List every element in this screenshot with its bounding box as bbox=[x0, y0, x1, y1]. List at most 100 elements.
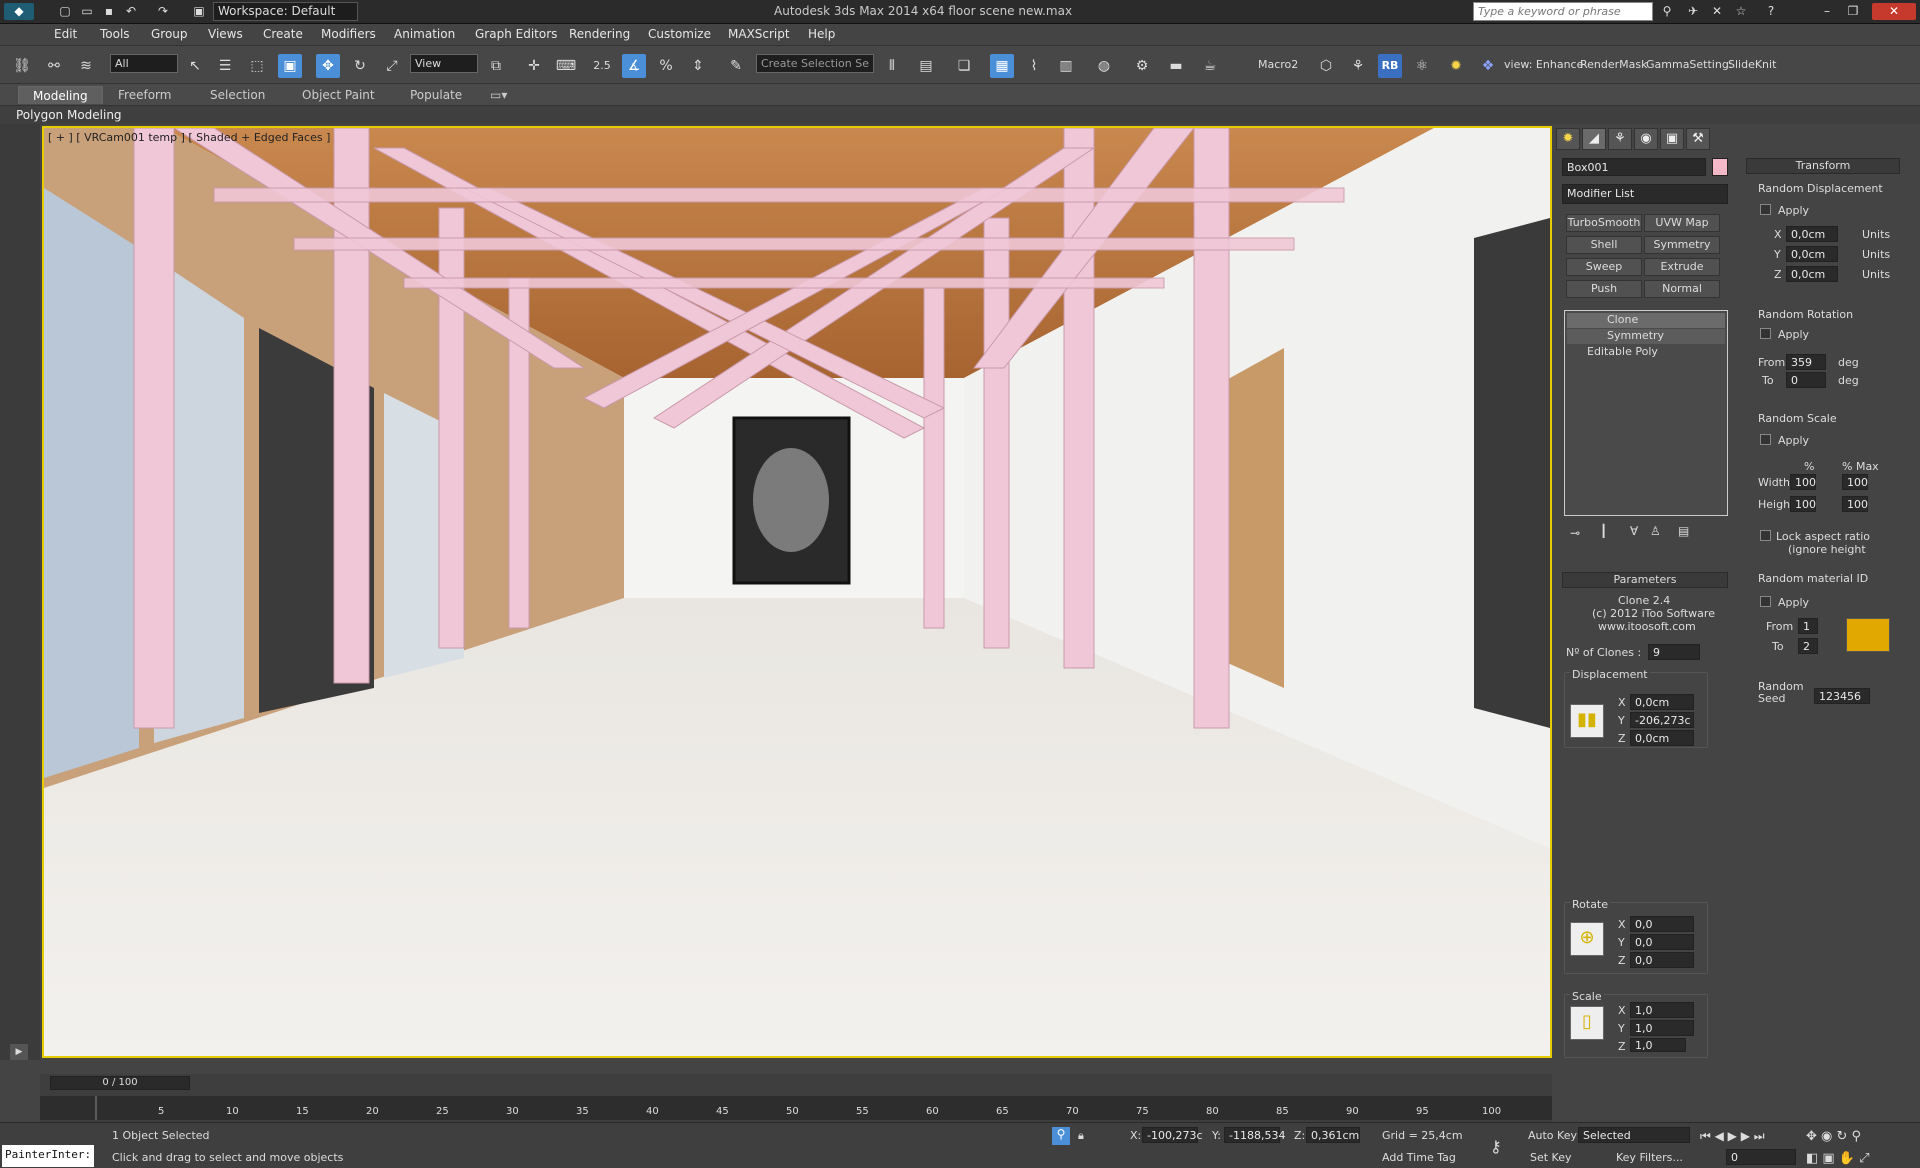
tab-selection[interactable]: Selection bbox=[210, 88, 265, 102]
edit-named-selection-icon[interactable]: ✎ bbox=[724, 54, 748, 78]
symmetry-button[interactable]: Symmetry bbox=[1644, 236, 1720, 254]
graphite-toggle-icon[interactable]: ▦ bbox=[990, 54, 1014, 78]
scale-z-field[interactable]: 1,0 bbox=[1630, 1038, 1686, 1052]
cube-icon[interactable]: ⬡ bbox=[1314, 54, 1338, 78]
viewport[interactable]: [ + ] [ VRCam001 temp ] [ Shaded + Edged… bbox=[42, 126, 1552, 1058]
menu-rendering[interactable]: Rendering bbox=[569, 27, 630, 41]
coord-y-field[interactable]: -1188,534 bbox=[1224, 1127, 1285, 1143]
bind-spacewarp-icon[interactable]: ≋ bbox=[74, 54, 98, 78]
menu-maxscript[interactable]: MAXScript bbox=[728, 27, 790, 41]
help-search-input[interactable]: Type a keyword or phrase bbox=[1473, 2, 1653, 21]
modifier-list-dropdown[interactable]: Modifier List bbox=[1562, 184, 1728, 204]
tab-object-paint[interactable]: Object Paint bbox=[302, 88, 375, 102]
rotate-z-field[interactable]: 0,0 bbox=[1630, 952, 1694, 968]
viewport-nav-icons-2[interactable]: ◧ ▣ ✋ ⤢ bbox=[1806, 1151, 1870, 1166]
curve-editor-icon[interactable]: ⌇ bbox=[1022, 54, 1046, 78]
show-end-result-icon[interactable]: ┃ bbox=[1600, 524, 1607, 538]
angle-snap-icon[interactable]: ∡ bbox=[622, 54, 646, 78]
rand-mat-from-field[interactable]: 1 bbox=[1798, 618, 1818, 634]
rb-icon[interactable]: RB bbox=[1378, 54, 1402, 78]
clone-url[interactable]: www.itoosoft.com bbox=[1598, 620, 1696, 633]
script-rendermask[interactable]: RenderMask bbox=[1580, 58, 1648, 71]
spinner-snap-icon[interactable]: ⇕ bbox=[686, 54, 710, 78]
polygon-modeling-label[interactable]: Polygon Modeling bbox=[16, 108, 122, 122]
rand-mat-to-field[interactable]: 2 bbox=[1798, 638, 1818, 654]
undo-icon[interactable]: ↶ bbox=[122, 3, 140, 20]
random-seed-field[interactable]: 123456 bbox=[1814, 688, 1870, 704]
script-macro2[interactable]: Macro2 bbox=[1258, 58, 1298, 71]
unlink-icon[interactable]: ⚯ bbox=[42, 54, 66, 78]
script-slideknit[interactable]: SlideKnit bbox=[1728, 58, 1776, 71]
named-selection-dropdown[interactable]: Create Selection Se bbox=[756, 54, 874, 73]
selection-filter-dropdown[interactable]: All bbox=[110, 54, 178, 73]
pivot-center-icon[interactable]: ⧉ bbox=[484, 54, 508, 78]
new-file-icon[interactable]: ▢ bbox=[56, 3, 74, 20]
tab-modeling[interactable]: Modeling bbox=[18, 86, 103, 104]
coord-x-field[interactable]: -100,273c bbox=[1142, 1127, 1203, 1143]
rand-rot-from-field[interactable]: 359 bbox=[1786, 354, 1826, 370]
rotate-y-field[interactable]: 0,0 bbox=[1630, 934, 1694, 950]
menu-create[interactable]: Create bbox=[263, 27, 303, 41]
motion-tab-icon[interactable]: ◉ bbox=[1634, 128, 1658, 150]
stack-item-symmetry[interactable]: Symmetry bbox=[1567, 329, 1725, 344]
mirror-icon[interactable]: ⫴ bbox=[880, 54, 904, 78]
hierarchy-icon[interactable]: ⚘ bbox=[1346, 54, 1370, 78]
select-object-icon[interactable]: ↖ bbox=[183, 54, 207, 78]
keyboard-shortcut-icon[interactable]: ⌨ bbox=[554, 54, 578, 78]
render-production-icon[interactable]: ☕ bbox=[1198, 54, 1222, 78]
open-file-icon[interactable]: ▭ bbox=[78, 3, 96, 20]
uvw-map-button[interactable]: UVW Map bbox=[1644, 214, 1720, 232]
tools-icon[interactable]: ✈ bbox=[1684, 3, 1702, 20]
add-time-tag[interactable]: Add Time Tag bbox=[1382, 1151, 1456, 1164]
display-tab-icon[interactable]: ▣ bbox=[1660, 128, 1684, 150]
tab-populate[interactable]: Populate bbox=[410, 88, 462, 102]
make-unique-icon[interactable]: ∀ bbox=[1630, 524, 1638, 538]
clones-count-field[interactable]: 9 bbox=[1648, 644, 1700, 660]
push-button[interactable]: Push bbox=[1566, 280, 1642, 298]
select-by-name-icon[interactable]: ☰ bbox=[213, 54, 237, 78]
modify-tab-icon[interactable]: ◢ bbox=[1582, 128, 1606, 150]
create-tab-icon[interactable]: ✹ bbox=[1556, 128, 1580, 150]
rand-scale-width-field[interactable]: 100 bbox=[1790, 474, 1816, 490]
stack-item-clone[interactable]: Clone bbox=[1567, 313, 1725, 328]
binoculars-icon[interactable]: ⚲ bbox=[1658, 3, 1676, 20]
expand-arrow-icon[interactable]: ▶ bbox=[10, 1044, 28, 1060]
scale-y-field[interactable]: 1,0 bbox=[1630, 1020, 1694, 1036]
coord-z-field[interactable]: 0,361cm bbox=[1306, 1127, 1360, 1143]
reference-coordinate-dropdown[interactable]: View bbox=[410, 54, 478, 73]
project-folder-icon[interactable]: ▣ bbox=[190, 3, 208, 20]
nodes-icon[interactable]: ⚛ bbox=[1410, 54, 1434, 78]
menu-views[interactable]: Views bbox=[208, 27, 243, 41]
lock-selection-icon[interactable]: 🔒︎ bbox=[1078, 1129, 1084, 1143]
menu-help[interactable]: Help bbox=[808, 27, 835, 41]
rand-disp-x-field[interactable]: 0,0cm bbox=[1786, 226, 1838, 242]
material-swatch-icon[interactable] bbox=[1846, 618, 1890, 652]
rand-scale-height-max-field[interactable]: 100 bbox=[1842, 496, 1868, 512]
rotate-icon[interactable]: ⊕ bbox=[1570, 922, 1604, 956]
turbosmooth-button[interactable]: TurboSmooth bbox=[1566, 214, 1642, 232]
align-icon[interactable]: ▤ bbox=[914, 54, 938, 78]
script-listener[interactable]: PainterInter: bbox=[2, 1145, 94, 1167]
select-manipulate-icon[interactable]: ✛ bbox=[522, 54, 546, 78]
key-filters-button[interactable]: Key Filters... bbox=[1616, 1151, 1683, 1164]
menu-tools[interactable]: Tools bbox=[100, 27, 130, 41]
object-name-field[interactable]: Box001 bbox=[1562, 158, 1706, 176]
menu-group[interactable]: Group bbox=[151, 27, 188, 41]
rand-scale-width-max-field[interactable]: 100 bbox=[1842, 474, 1868, 490]
isolate-icon[interactable]: ⚲ bbox=[1052, 1127, 1070, 1145]
current-frame-field[interactable]: 0 bbox=[1726, 1149, 1796, 1165]
time-slider[interactable]: 0 / 100 bbox=[50, 1076, 190, 1090]
menu-graph-editors[interactable]: Graph Editors bbox=[475, 27, 557, 41]
displacement-x-field[interactable]: 0,0cm bbox=[1630, 694, 1694, 710]
random-scale-apply-checkbox[interactable] bbox=[1760, 434, 1771, 445]
help-icon[interactable]: ? bbox=[1762, 3, 1780, 20]
random-rotation-apply-checkbox[interactable] bbox=[1760, 328, 1771, 339]
scale-icon[interactable]: ▯ bbox=[1570, 1006, 1604, 1040]
menu-customize[interactable]: Customize bbox=[648, 27, 711, 41]
displacement-y-field[interactable]: -206,273c bbox=[1630, 712, 1694, 728]
displacement-icon[interactable]: ▮▮ bbox=[1570, 704, 1604, 738]
random-displacement-apply-checkbox[interactable] bbox=[1760, 204, 1771, 215]
app-logo-button[interactable]: ◆ bbox=[4, 3, 34, 20]
displacement-z-field[interactable]: 0,0cm bbox=[1630, 730, 1694, 746]
rand-scale-height-field[interactable]: 100 bbox=[1790, 496, 1816, 512]
